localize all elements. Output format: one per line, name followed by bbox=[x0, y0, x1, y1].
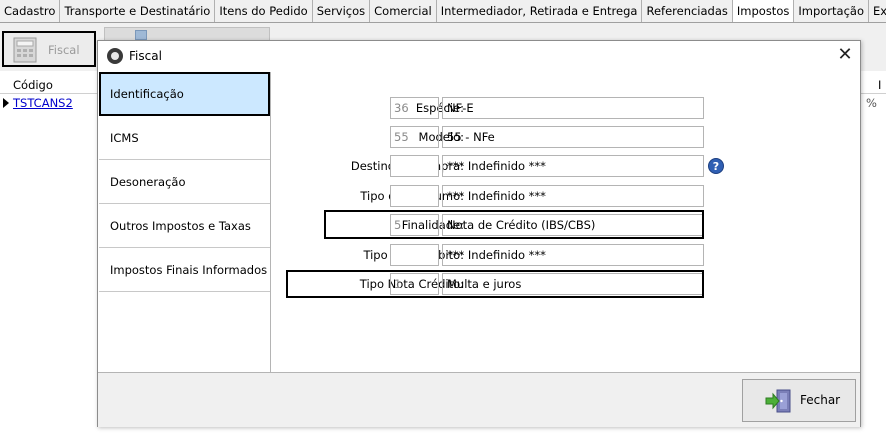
tab-importacao[interactable]: Importação bbox=[794, 0, 869, 22]
nav-item-desoneracao[interactable]: Desoneração bbox=[99, 160, 270, 204]
row-indicator-icon bbox=[3, 98, 9, 108]
destino-code-input[interactable] bbox=[390, 155, 439, 177]
field-debito: Tipo Nota Débito: *** Indefinido *** bbox=[272, 244, 860, 266]
fiscal-dialog: Fiscal ✕ Identificação ICMS Desoneração … bbox=[97, 40, 861, 427]
grid-header-codigo: Código bbox=[13, 78, 53, 92]
field-consumo: Tipo de Consumo: *** Indefinido *** bbox=[272, 185, 860, 207]
help-icon[interactable]: ? bbox=[708, 158, 724, 174]
tab-itens-pedido[interactable]: Itens do Pedido bbox=[215, 0, 313, 22]
fiscal-app-icon bbox=[107, 48, 123, 64]
consumo-code-input[interactable] bbox=[390, 185, 439, 207]
dialog-nav: Identificação ICMS Desoneração Outros Im… bbox=[99, 72, 271, 372]
fechar-button[interactable]: Fechar bbox=[742, 379, 856, 422]
debito-desc-field[interactable]: *** Indefinido *** bbox=[442, 244, 704, 266]
field-destino: Destino da compra: *** Indefinido *** ? bbox=[272, 155, 860, 177]
tab-referenciadas[interactable]: Referenciadas bbox=[642, 0, 733, 22]
dialog-footer: Fechar bbox=[98, 372, 860, 427]
tab-servicos[interactable]: Serviços bbox=[313, 0, 371, 22]
calculator-icon bbox=[13, 37, 37, 63]
fiscal-button[interactable]: Fiscal bbox=[2, 31, 96, 67]
tab-cadastro[interactable]: Cadastro bbox=[0, 0, 61, 22]
identificacao-form: Espécie: 36 NF-E Modelo: 55 55 - NFe Des… bbox=[272, 72, 860, 372]
dialog-title: Fiscal bbox=[129, 49, 162, 63]
finalidade-highlight bbox=[324, 210, 704, 239]
field-especie: Espécie: 36 NF-E bbox=[272, 97, 860, 119]
fiscal-button-label: Fiscal bbox=[48, 43, 80, 57]
exit-door-icon bbox=[765, 389, 791, 413]
consumo-desc-field[interactable]: *** Indefinido *** bbox=[442, 185, 704, 207]
field-modelo: Modelo: 55 55 - NFe bbox=[272, 126, 860, 148]
nav-item-impostos-finais[interactable]: Impostos Finais Informados bbox=[99, 248, 270, 292]
dialog-titlebar: Fiscal ✕ bbox=[98, 41, 860, 71]
debito-code-input[interactable] bbox=[390, 244, 439, 266]
modelo-desc-field[interactable]: 55 - NFe bbox=[442, 126, 704, 148]
especie-code-input[interactable]: 36 bbox=[390, 97, 439, 119]
row-code-link[interactable]: TSTCANS2 bbox=[13, 96, 73, 110]
nav-item-icms[interactable]: ICMS bbox=[99, 116, 270, 160]
credito-highlight bbox=[286, 270, 704, 298]
nav-item-identificacao[interactable]: Identificação bbox=[99, 72, 270, 116]
fechar-label: Fechar bbox=[800, 393, 841, 407]
document-icon bbox=[135, 30, 147, 40]
secondary-toolbar-button[interactable] bbox=[104, 27, 270, 41]
grid-header-col2: I bbox=[878, 78, 882, 92]
modelo-code-input[interactable]: 55 bbox=[390, 126, 439, 148]
tab-transporte-destinatario[interactable]: Transporte e Destinatário bbox=[60, 0, 216, 22]
close-icon[interactable]: ✕ bbox=[834, 44, 856, 66]
tab-exportacao[interactable]: Exportação bbox=[869, 0, 886, 22]
row-percent: % bbox=[866, 96, 877, 110]
tab-comercial[interactable]: Comercial bbox=[370, 0, 437, 22]
tab-intermediador[interactable]: Intermediador, Retirada e Entrega bbox=[437, 0, 643, 22]
especie-desc-field[interactable]: NF-E bbox=[442, 97, 704, 119]
tab-impostos[interactable]: Impostos bbox=[732, 0, 795, 22]
main-tabstrip: Cadastro Transporte e Destinatário Itens d… bbox=[0, 0, 886, 23]
destino-desc-field[interactable]: *** Indefinido *** bbox=[442, 155, 704, 177]
nav-item-outros-impostos[interactable]: Outros Impostos e Taxas bbox=[99, 204, 270, 248]
